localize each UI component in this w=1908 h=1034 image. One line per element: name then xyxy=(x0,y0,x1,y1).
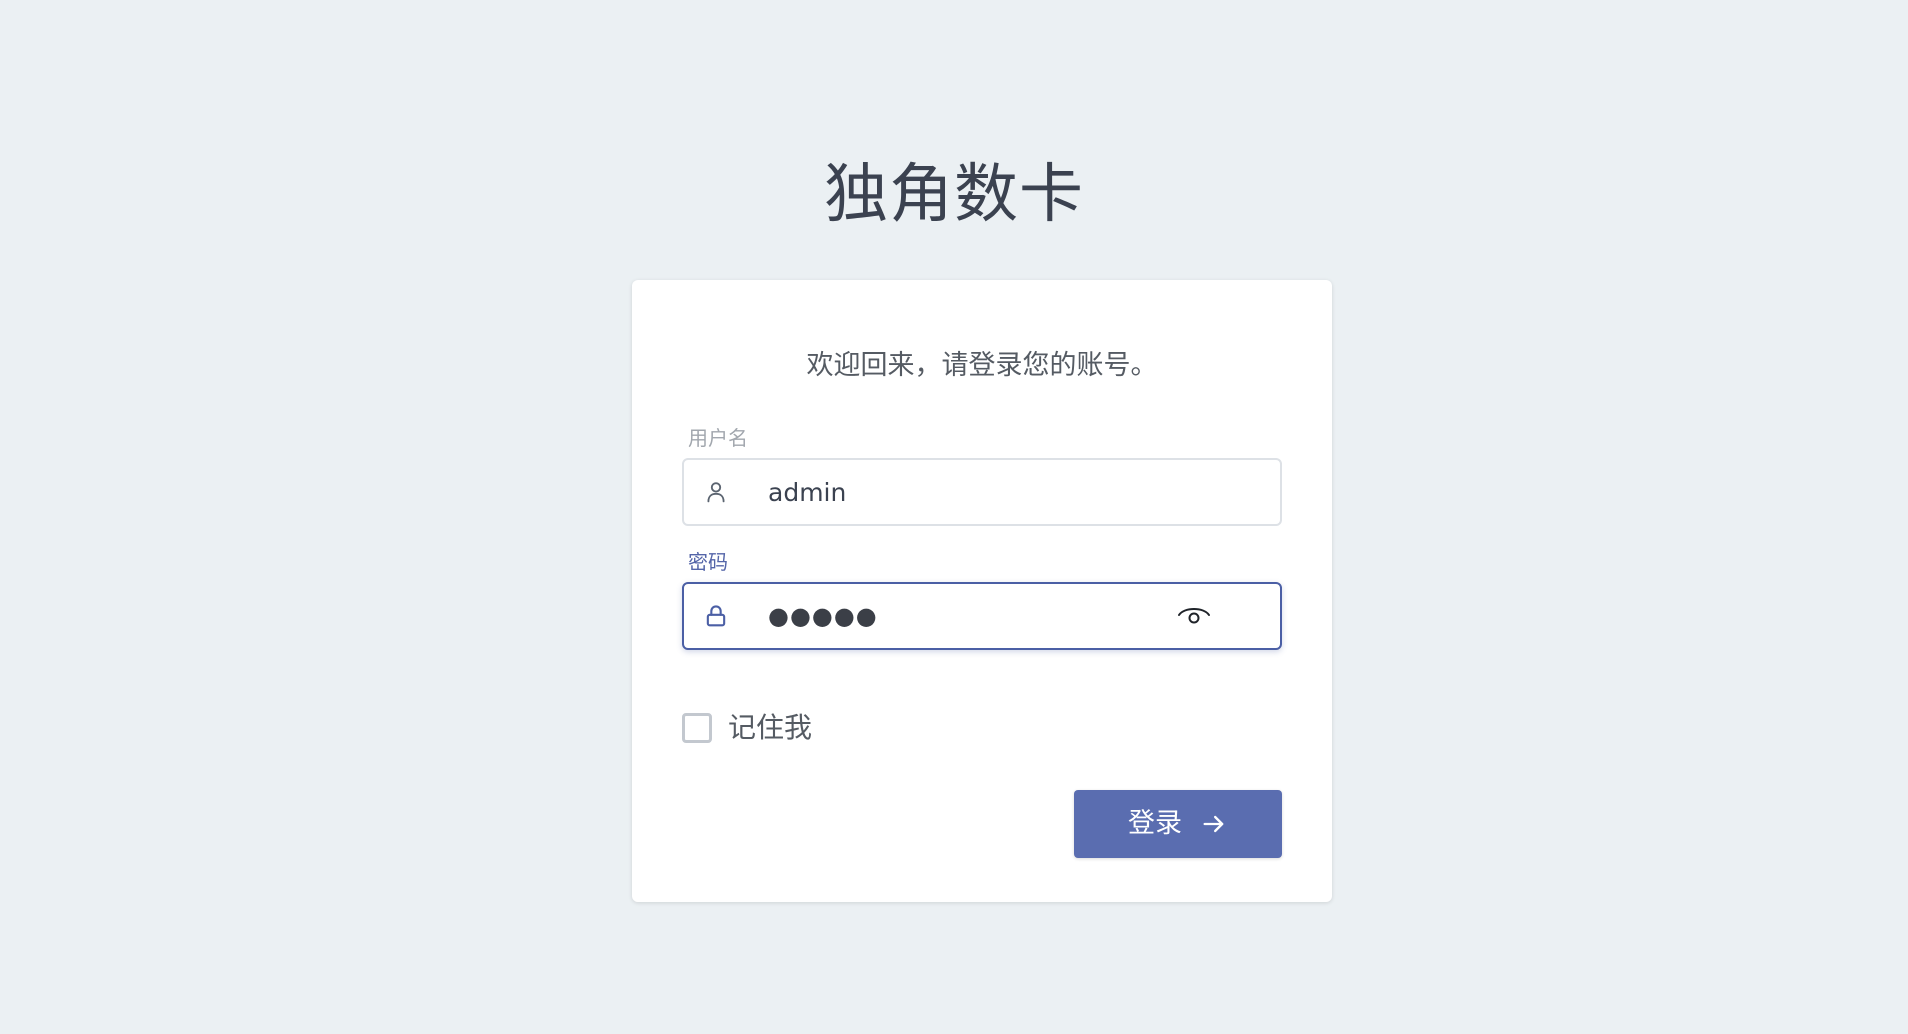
password-label: 密码 xyxy=(688,550,728,574)
brand-title: 独角数卡 xyxy=(824,158,1084,232)
login-button[interactable]: 登录 xyxy=(1074,790,1282,858)
user-icon xyxy=(707,482,725,503)
remember-me[interactable]: 记住我 xyxy=(682,708,812,748)
arrow-right-icon xyxy=(1203,815,1224,833)
welcome-message: 欢迎回来，请登录您的账号。 xyxy=(806,350,1158,381)
username-input[interactable] xyxy=(768,460,1208,524)
password-input[interactable]: ●●●●● xyxy=(768,584,878,648)
username-label: 用户名 xyxy=(688,426,748,450)
username-field[interactable] xyxy=(682,458,1282,526)
lock-icon xyxy=(706,605,726,627)
eye-icon[interactable] xyxy=(1176,602,1212,630)
login-card: 欢迎回来，请登录您的账号。 用户名 密码 ●●●●● 记住我 登录 xyxy=(632,280,1332,902)
remember-me-checkbox[interactable] xyxy=(682,713,712,743)
password-field[interactable]: ●●●●● xyxy=(682,582,1282,650)
remember-me-label: 记住我 xyxy=(728,711,813,744)
login-button-label: 登录 xyxy=(1128,808,1182,839)
